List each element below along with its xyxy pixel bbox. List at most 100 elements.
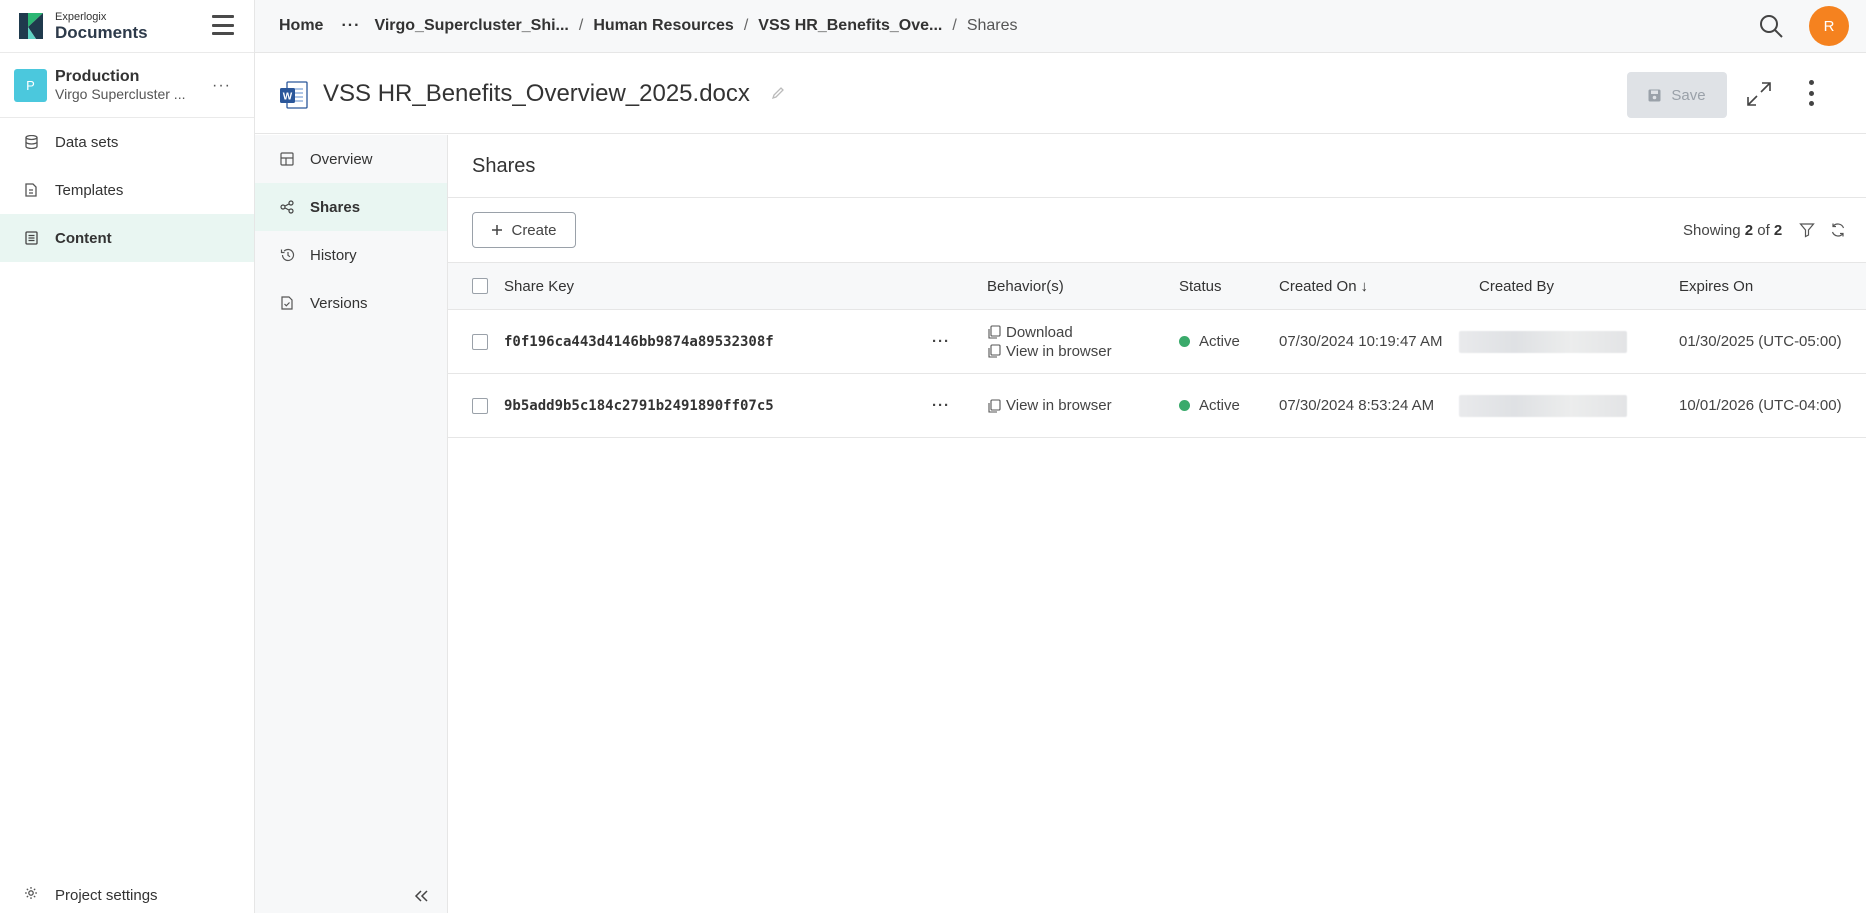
breadcrumb-home[interactable]: Home <box>279 17 323 35</box>
header-status[interactable]: Status <box>1179 263 1222 309</box>
behavior-view-in-browser: View in browser <box>987 343 1112 360</box>
project-avatar: P <box>14 68 47 102</box>
breadcrumb-item-document[interactable]: VSS HR_Benefits_Ove... <box>758 17 942 35</box>
sort-descending-icon: ↓ <box>1360 277 1369 295</box>
more-options-icon[interactable] <box>1807 80 1815 106</box>
menu-toggle-icon[interactable] <box>212 15 234 35</box>
section-title: Shares <box>472 155 536 177</box>
breadcrumb-separator: / <box>952 17 957 34</box>
showing-of: of <box>1757 222 1770 239</box>
showing-total: 2 <box>1773 222 1783 239</box>
word-document-icon: W <box>280 81 308 109</box>
document-subnav: Overview Shares History Versions <box>255 135 448 913</box>
tab-label: Versions <box>310 294 368 312</box>
brand-row: Experlogix Documents <box>0 0 254 53</box>
nav-item-content[interactable]: Content <box>0 214 254 262</box>
brand-small: Experlogix <box>55 10 107 23</box>
search-icon[interactable] <box>1758 13 1784 39</box>
project-settings-label: Project settings <box>55 886 158 904</box>
create-label: Create <box>511 221 557 239</box>
nav-item-templates[interactable]: Templates <box>0 166 254 214</box>
breadcrumb-item-human-resources[interactable]: Human Resources <box>593 17 734 35</box>
breadcrumb-item-folder[interactable]: Virgo_Supercluster_Shi... <box>374 17 568 35</box>
refresh-icon[interactable] <box>1830 222 1846 238</box>
tab-history[interactable]: History <box>255 231 447 279</box>
filter-icon[interactable] <box>1799 222 1815 238</box>
row-checkbox[interactable] <box>472 397 488 414</box>
nav-item-label: Data sets <box>55 133 119 151</box>
header-created-on-label: Created On <box>1279 277 1357 295</box>
document-title: VSS HR_Benefits_Overview_2025.docx <box>323 80 750 107</box>
grid-icon <box>279 151 295 167</box>
brand-name: Experlogix Documents <box>55 10 148 42</box>
project-settings-link[interactable]: Project settings <box>0 877 254 913</box>
document-header: W VSS HR_Benefits_Overview_2025.docx Sav… <box>255 54 1866 134</box>
behaviors-cell: Download View in browser <box>987 310 1112 373</box>
row-more-options-icon[interactable]: ··· <box>932 310 950 373</box>
showing-prefix: Showing <box>1683 222 1741 239</box>
save-button[interactable]: Save <box>1627 72 1727 118</box>
copy-icon <box>988 325 1001 339</box>
plus-icon <box>492 225 503 235</box>
share-key: 9b5add9b5c184c2791b2491890ff07c5 <box>504 397 774 414</box>
save-label: Save <box>1671 86 1706 104</box>
status-label: Active <box>1199 333 1240 350</box>
project-more-icon[interactable]: ··· <box>212 77 231 95</box>
project-subtitle: Virgo Supercluster ... <box>55 86 186 103</box>
showing-count: 2 <box>1744 222 1754 239</box>
behaviors-cell: View in browser <box>987 374 1112 437</box>
breadcrumb-item-current: Shares <box>966 17 1018 34</box>
breadcrumb-ellipsis[interactable]: ··· <box>341 17 360 35</box>
brand-big: Documents <box>55 22 148 42</box>
left-navigation: Experlogix Documents P Production Virgo … <box>0 0 255 913</box>
copy-icon <box>988 398 1001 413</box>
row-select-cell <box>472 374 488 437</box>
project-name: Production <box>55 68 140 85</box>
tab-shares[interactable]: Shares <box>255 183 447 231</box>
expand-fullscreen-icon[interactable] <box>1745 80 1773 108</box>
tab-label: Shares <box>310 198 361 216</box>
select-all-cell <box>472 263 488 309</box>
row-more-options-icon[interactable]: ··· <box>932 374 950 437</box>
experlogix-logo-icon <box>19 13 43 39</box>
status-active-dot <box>1179 400 1190 411</box>
nav-item-data-sets[interactable]: Data sets <box>0 118 254 166</box>
behavior-label: View in browser <box>1006 342 1112 360</box>
table-row[interactable]: f0f196ca443d4146bb9874a89532308f ··· Dow… <box>448 310 1866 374</box>
created-by-redacted <box>1459 310 1627 373</box>
header-created-by[interactable]: Created By <box>1479 263 1554 309</box>
content-list-icon <box>24 231 38 245</box>
select-all-checkbox[interactable] <box>472 278 488 294</box>
expires-on: 01/30/2025 (UTC-05:00) <box>1679 333 1842 350</box>
user-avatar[interactable]: R <box>1809 6 1849 46</box>
row-checkbox[interactable] <box>472 333 488 350</box>
header-created-on[interactable]: Created On ↓ <box>1279 263 1368 309</box>
create-share-button[interactable]: Create <box>472 212 576 248</box>
created-on: 07/30/2024 10:19:47 AM <box>1279 333 1443 350</box>
collapse-sidebar-icon[interactable] <box>412 887 430 905</box>
behavior-view-in-browser: View in browser <box>987 397 1112 414</box>
header-expires-on[interactable]: Expires On <box>1679 263 1753 309</box>
tab-overview[interactable]: Overview <box>255 135 447 183</box>
header-behaviors[interactable]: Behavior(s) <box>987 263 1064 309</box>
project-switcher[interactable]: P Production Virgo Supercluster ... ··· <box>0 53 254 118</box>
section-divider <box>448 197 1866 198</box>
tab-versions[interactable]: Versions <box>255 279 447 327</box>
behavior-label: View in browser <box>1006 397 1112 414</box>
nav-item-label: Content <box>55 229 112 247</box>
template-file-icon <box>24 183 38 197</box>
svg-text:W: W <box>283 92 293 103</box>
versions-icon <box>279 295 295 311</box>
history-icon <box>279 247 295 263</box>
expires-on: 10/01/2026 (UTC-04:00) <box>1679 397 1842 414</box>
behavior-download: Download <box>987 324 1073 341</box>
status-badge: Active <box>1179 310 1240 373</box>
table-row[interactable]: 9b5add9b5c184c2791b2491890ff07c5 ··· Vie… <box>448 374 1866 438</box>
shares-table: Share Key Behavior(s) Status Created On … <box>448 262 1866 438</box>
created-on: 07/30/2024 8:53:24 AM <box>1279 397 1435 414</box>
header-share-key[interactable]: Share Key <box>504 263 574 309</box>
nav-item-label: Templates <box>55 181 124 199</box>
edit-pencil-icon[interactable] <box>771 86 785 100</box>
save-disk-icon <box>1648 89 1661 101</box>
created-by-redacted <box>1459 374 1627 437</box>
